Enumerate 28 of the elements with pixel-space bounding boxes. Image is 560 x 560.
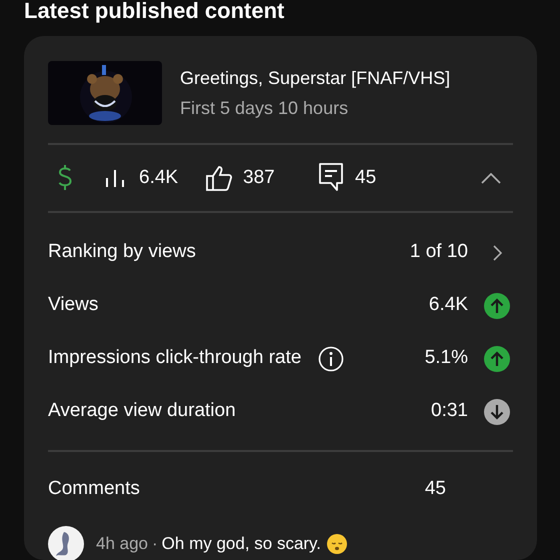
likes-count: 387: [243, 166, 276, 190]
metric-label: Views: [48, 293, 98, 318]
info-icon[interactable]: [318, 346, 344, 372]
comments-count: 45: [355, 166, 376, 190]
views-count: 6.4K: [139, 166, 180, 190]
thumbs-up-icon: [205, 164, 233, 192]
bar-chart-icon: [105, 168, 127, 188]
comment-icon: [319, 163, 343, 193]
comments-total: 45: [424, 476, 446, 501]
video-title[interactable]: Greetings, Superstar [FNAF/VHS]: [180, 66, 450, 90]
period-text: First 5 days 10 hours: [180, 97, 348, 120]
metric-value: 1 of 10: [410, 240, 468, 264]
section-title: Latest published content: [24, 0, 284, 25]
metric-value: 6.4K: [428, 293, 468, 318]
comment-time: 4h ago: [96, 533, 148, 556]
chevron-right-icon[interactable]: [492, 244, 502, 260]
comment-text: Oh my god, so scary.: [162, 533, 322, 556]
metric-label: Ranking by views: [48, 240, 196, 264]
metric-label: Average view duration: [48, 399, 236, 424]
metric-value: 0:31: [431, 399, 468, 424]
sleeping-emoji-icon: [327, 534, 348, 554]
comments-label: Comments: [48, 476, 140, 501]
dollar-icon: [57, 164, 73, 192]
chevron-up-icon: [481, 172, 501, 184]
metric-label: Impressions click-through rate: [48, 346, 302, 370]
avatar: [48, 526, 84, 560]
separator-dot: ·: [152, 533, 158, 556]
metric-value: 5.1%: [424, 346, 468, 370]
